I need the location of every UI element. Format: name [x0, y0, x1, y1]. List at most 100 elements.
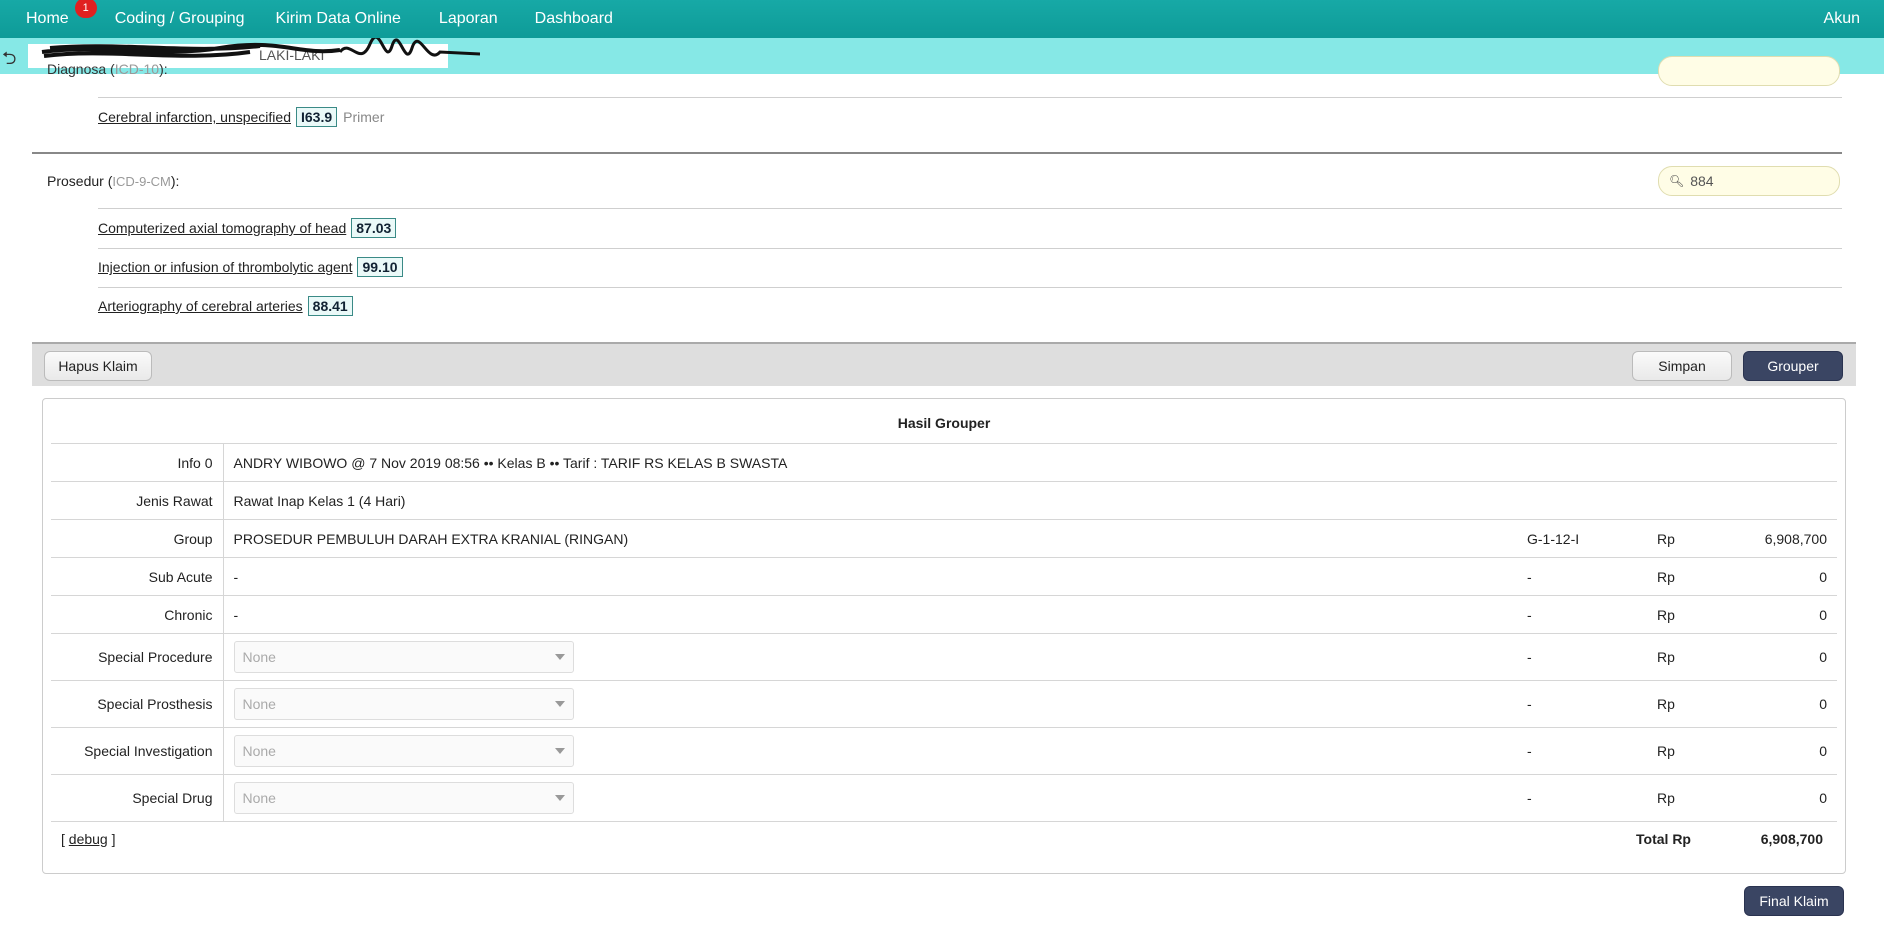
grouper-button[interactable]: Grouper [1743, 351, 1843, 381]
row-amount: 6,908,700 [1707, 519, 1837, 558]
nav-home-label: Home [26, 10, 69, 27]
divider [98, 248, 1842, 249]
final-klaim-button[interactable]: Final Klaim [1744, 886, 1844, 916]
row-currency: Rp [1647, 557, 1707, 596]
nav-laporan[interactable]: Laporan [439, 10, 498, 28]
debug-bracket: [ [61, 831, 65, 847]
simpan-button[interactable]: Simpan [1632, 351, 1732, 381]
prosedur-item: Injection or infusion of thrombolytic ag… [98, 257, 403, 277]
prosedur-search-input[interactable]: 🔍︎ 884 [1658, 166, 1840, 196]
action-bar: Hapus Klaim Simpan Grouper [32, 342, 1856, 386]
prosedur-code-tag: 87.03 [351, 218, 397, 238]
row-label: Group [51, 519, 224, 558]
debug-link[interactable]: debug [69, 831, 108, 847]
divider [98, 287, 1842, 288]
prosedur-item: Arteriography of cerebral arteries 88.41 [98, 296, 353, 316]
panel-title: Hasil Grouper [897, 415, 991, 431]
caret-down-icon [554, 654, 565, 660]
table-row: Group PROSEDUR PEMBULUH DARAH EXTRA KRAN… [51, 519, 1837, 558]
nav-home[interactable]: Home 1 [26, 0, 97, 28]
table-row [51, 821, 1837, 822]
select-value: None [242, 649, 276, 665]
section-divider [32, 152, 1842, 154]
patient-bar: ⮌ LAKI-LAKI [0, 38, 1884, 74]
row-amount: 0 [1707, 680, 1837, 728]
row-amount: 0 [1707, 633, 1837, 681]
diagnosa-search-input[interactable] [1658, 56, 1840, 86]
divider [98, 97, 1842, 98]
row-value: - [223, 557, 1517, 596]
diagnosa-label-text: Diagnosa [47, 61, 107, 77]
diagnosa-item: Cerebral infarction, unspecified I63.9 P… [98, 107, 384, 127]
row-label: Info 0 [51, 443, 224, 482]
prosedur-item-link[interactable]: Computerized axial tomography of head [98, 220, 346, 236]
special-investigation-select[interactable]: None [233, 735, 574, 767]
row-code: - [1517, 727, 1647, 775]
prosedur-search-value: 884 [1690, 173, 1714, 189]
row-label: Chronic [51, 595, 224, 634]
row-value: PROSEDUR PEMBULUH DARAH EXTRA KRANIAL (R… [223, 519, 1517, 558]
nav-account[interactable]: Akun [1824, 10, 1860, 28]
prosedur-label-text: Prosedur [47, 173, 104, 189]
diagnosa-item-link[interactable]: Cerebral infarction, unspecified [98, 109, 291, 125]
row-label: Special Investigation [51, 727, 224, 775]
row-code: - [1517, 633, 1647, 681]
table-row: Info 0 ANDRY WIBOWO @ 7 Nov 2019 08:56 •… [51, 443, 1837, 482]
row-value: None [223, 680, 1517, 728]
row-label: Sub Acute [51, 557, 224, 596]
special-drug-select[interactable]: None [233, 782, 574, 814]
row-currency: Rp [1647, 774, 1707, 822]
row-code: - [1517, 774, 1647, 822]
diagnosa-label: Diagnosa (ICD-10): [47, 61, 168, 77]
row-value: None [223, 633, 1517, 681]
row-amount: 0 [1707, 595, 1837, 634]
row-value: None [223, 727, 1517, 775]
row-currency: Rp [1647, 727, 1707, 775]
prosedur-item-link[interactable]: Arteriography of cerebral arteries [98, 298, 303, 314]
row-label: Special Drug [51, 774, 224, 822]
nav-coding-grouping[interactable]: Coding / Grouping [115, 10, 245, 28]
row-currency: Rp [1647, 519, 1707, 558]
table-row: Sub Acute - - Rp 0 [51, 557, 1837, 596]
table-row: Special Procedure None - Rp 0 [51, 633, 1837, 681]
row-value: - [223, 595, 1517, 634]
prosedur-label: Prosedur (ICD-9-CM): [47, 173, 180, 189]
row-amount: 0 [1707, 557, 1837, 596]
nav-kirim-data-online[interactable]: Kirim Data Online [276, 10, 401, 28]
caret-down-icon [554, 795, 565, 801]
hapus-klaim-button[interactable]: Hapus Klaim [44, 351, 152, 381]
select-value: None [242, 696, 276, 712]
debug-bracket: ] [111, 831, 116, 847]
nav-dashboard[interactable]: Dashboard [535, 10, 613, 28]
back-icon[interactable]: ⮌ [2, 46, 16, 76]
row-currency: Rp [1647, 595, 1707, 634]
row-value: Rawat Inap Kelas 1 (4 Hari) [223, 481, 1837, 520]
row-value: ANDRY WIBOWO @ 7 Nov 2019 08:56 •• Kelas… [223, 443, 1837, 482]
row-code: - [1517, 557, 1647, 596]
hasil-table: Info 0 ANDRY WIBOWO @ 7 Nov 2019 08:56 •… [51, 443, 1837, 822]
row-label: Special Prosthesis [51, 680, 224, 728]
row-currency: Rp [1647, 680, 1707, 728]
select-value: None [242, 790, 276, 806]
total-label: Total Rp [1636, 831, 1691, 847]
row-label [51, 821, 224, 822]
row-code: - [1517, 595, 1647, 634]
prosedur-code-tag: 99.10 [357, 257, 403, 277]
table-row: Special Investigation None - Rp 0 [51, 727, 1837, 775]
table-row: Jenis Rawat Rawat Inap Kelas 1 (4 Hari) [51, 481, 1837, 520]
diagnosa-type[interactable]: Primer [343, 109, 384, 125]
search-icon: 🔍︎ [1669, 174, 1685, 188]
special-prosthesis-select[interactable]: None [233, 688, 574, 720]
prosedur-item-link[interactable]: Injection or infusion of thrombolytic ag… [98, 259, 352, 275]
diagnosa-code-tag: I63.9 [296, 107, 338, 127]
caret-down-icon [554, 701, 565, 707]
divider [98, 208, 1842, 209]
row-amount: 0 [1707, 727, 1837, 775]
top-navbar: Home 1 Coding / Grouping Kirim Data Onlin… [0, 0, 1884, 38]
table-row: Special Prosthesis None - Rp 0 [51, 680, 1837, 728]
row-label: Special Procedure [51, 633, 224, 681]
table-row: Special Drug None - Rp 0 [51, 774, 1837, 822]
prosedur-code-tag: 88.41 [307, 296, 353, 316]
row-value: None [223, 774, 1517, 822]
special-procedure-select[interactable]: None [233, 641, 574, 673]
